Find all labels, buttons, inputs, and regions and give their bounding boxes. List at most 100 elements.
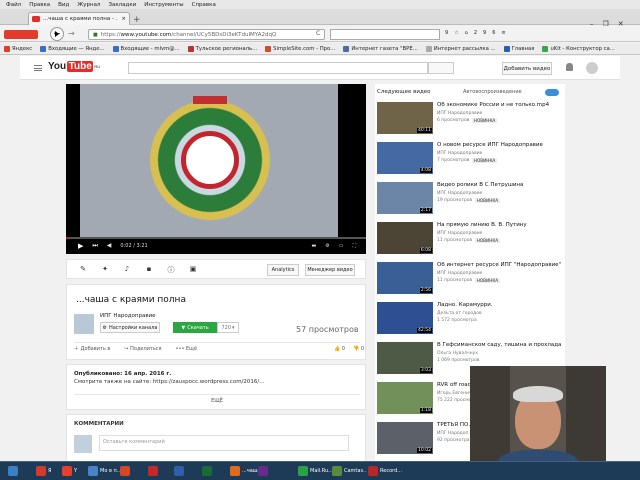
related-video-thumbnail[interactable]: 42:54 [377, 302, 433, 334]
taskbar-app[interactable]: Camtas... [330, 463, 366, 479]
counter-3[interactable]: 9 [483, 30, 486, 36]
channel-settings-button[interactable]: ⚙ Настройки канала [100, 322, 160, 333]
subscribe-button[interactable]: ▼ Скачать [173, 322, 217, 333]
magic-wand-icon[interactable]: ✦ [101, 265, 109, 273]
related-video-item[interactable]: 4:08 О новом ресурсе ИПГ Народоправие ИПГ … [377, 142, 563, 178]
related-video-title[interactable]: Видео ролики В С Петрушина [437, 182, 563, 188]
related-video-thumbnail[interactable]: 4:08 [377, 142, 433, 174]
youtube-search-input[interactable] [128, 62, 428, 74]
related-video-title[interactable]: О новом ресурсе ИПГ Народоправие [437, 142, 563, 148]
share-button[interactable]: ↪ Поделиться [124, 346, 161, 352]
related-video-thumbnail[interactable]: 2:56 [377, 262, 433, 294]
subtitles-icon[interactable]: ▬ [312, 243, 317, 249]
home-icon[interactable]: ⌂ [465, 30, 468, 36]
youtube-logo[interactable]: You Tube RU [48, 61, 100, 72]
related-video-title[interactable]: Ладно. Карамурри. [437, 302, 563, 308]
counter-1[interactable]: 9 [445, 30, 448, 36]
channel-thumbnail[interactable] [74, 314, 94, 334]
related-video-item[interactable]: 42:54 Ладно. Карамурри. Дельта от городов 1… [377, 302, 563, 338]
related-video-title[interactable]: На прямую линию В. В. Путину [437, 222, 563, 228]
menu-edit[interactable]: Правка [29, 2, 50, 8]
related-video-item[interactable]: 2:56 Об интернет ресурсе ИПГ "Народоправи… [377, 262, 563, 298]
like-button[interactable]: 👍 0 [334, 346, 345, 352]
forward-button[interactable]: → [68, 29, 75, 38]
new-tab-button[interactable]: + [133, 15, 141, 25]
related-video-item[interactable]: 6:08 На прямую линию В. В. Путину ИПГ Наро… [377, 222, 563, 258]
avatar[interactable] [586, 62, 598, 74]
more-button[interactable]: ••• Ещё [176, 346, 197, 352]
related-video-title[interactable]: В Гефсиманском саду, тишина и прохлада [437, 342, 563, 348]
menu-file[interactable]: Файл [6, 2, 21, 8]
add-video-button[interactable]: Добавить видео [502, 62, 552, 75]
volume-icon[interactable]: ◀ [107, 242, 112, 249]
taskbar-app[interactable] [118, 463, 140, 479]
play-icon[interactable]: ▶ [78, 242, 83, 250]
bookmark-vremya[interactable]: Интернет газета "ВРЕ... [343, 45, 418, 52]
autoplay-toggle[interactable] [545, 89, 559, 96]
related-video-thumbnail[interactable]: 40:11 [377, 102, 433, 134]
bookmark-ukit[interactable]: uKit - Конструктор са... [542, 45, 615, 52]
menu-bookmarks[interactable]: Закладки [108, 2, 136, 8]
related-video-thumbnail[interactable]: 10:02 [377, 422, 433, 454]
bookmark-rassylka[interactable]: Интернет рассылка ... [425, 45, 496, 52]
taskbar-app[interactable]: Record... [366, 463, 402, 479]
channel-name[interactable]: ИПГ Народоправие [100, 313, 156, 319]
menu-history[interactable]: Журнал [77, 2, 100, 8]
menu-view[interactable]: Вид [58, 2, 69, 8]
related-video-thumbnail[interactable]: 2:17 [377, 182, 433, 214]
next-icon[interactable]: ⏭ [92, 242, 97, 250]
related-video-thumbnail[interactable]: 6:08 [377, 222, 433, 254]
reload-button[interactable]: C [316, 30, 320, 37]
related-video-thumbnail[interactable]: 1:18 [377, 382, 433, 414]
guide-menu-icon[interactable] [34, 65, 42, 71]
tab-youtube[interactable]: ...чаша с краями полна - ... × [28, 12, 130, 25]
settings-gear-icon[interactable]: ⚙ [325, 243, 329, 249]
related-video-title[interactable]: Об экономике России и не только.mp4 [437, 102, 563, 108]
taskbar-app[interactable] [146, 463, 168, 479]
counter-2[interactable]: 2 [474, 30, 477, 36]
info-icon[interactable]: ⓘ [167, 265, 175, 274]
tab-close-icon[interactable]: × [121, 16, 126, 22]
theater-icon[interactable]: ▭ [339, 243, 344, 249]
bookmark-yandex-mail[interactable]: Входящие — Янде... [40, 45, 105, 52]
cc-icon[interactable]: ▣ [189, 265, 197, 273]
related-video-thumbnail[interactable]: 3:03 [377, 342, 433, 374]
youtube-search-button[interactable] [428, 62, 454, 74]
bookmark-yandex[interactable]: Яндекс [4, 45, 32, 52]
add-to-button[interactable]: ＋ Добавить в [74, 345, 110, 352]
counter-4[interactable]: 6 [492, 30, 495, 36]
bookmark-tula[interactable]: Тульское региональ... [187, 45, 257, 52]
bookmark-main[interactable]: Главная [503, 45, 534, 52]
show-more-button[interactable]: ЕЩЁ [67, 398, 367, 404]
music-icon[interactable]: ♪ [123, 265, 131, 273]
taskbar-app[interactable] [172, 463, 194, 479]
taskbar-app[interactable] [200, 463, 222, 479]
related-video-item[interactable]: 40:11 Об экономике России и не только.mp4… [377, 102, 563, 138]
video-frame[interactable] [80, 84, 338, 237]
comment-input[interactable]: Оставьте комментарий [99, 435, 349, 451]
related-video-item[interactable]: 2:17 Видео ролики В С Петрушина ИПГ Народо… [377, 182, 563, 218]
search-box[interactable] [330, 29, 440, 40]
subscriber-count[interactable]: 720 ▾ [217, 322, 239, 333]
menu-tools[interactable]: Инструменты [144, 2, 183, 8]
video-manager-button[interactable]: Менеджер видео [305, 264, 355, 276]
taskbar-app[interactable]: Mail.Ru... [296, 463, 332, 479]
menu-help[interactable]: Справка [192, 2, 216, 8]
bell-icon[interactable] [566, 63, 573, 71]
start-button[interactable] [6, 463, 28, 479]
bookmark-simplesite[interactable]: SimpleSite.com - Про... [265, 45, 335, 52]
menu-icon[interactable]: ≡ [501, 30, 505, 36]
star-icon[interactable]: ☆ [454, 30, 458, 36]
address-bar[interactable]: ■ https://www.youtube.com/channel/UCy5BD… [88, 29, 325, 40]
taskbar-app[interactable]: Мо в п... [86, 463, 122, 479]
related-video-title[interactable]: Об интернет ресурсе ИПГ "Народоправие" [437, 262, 563, 268]
fullscreen-icon[interactable]: ⛶ [352, 243, 356, 249]
comment-icon[interactable]: ▪ [145, 265, 153, 273]
yandex-button[interactable] [4, 30, 38, 39]
taskbar-app[interactable] [256, 463, 278, 479]
analytics-button[interactable]: Analytics [267, 264, 299, 276]
bookmark-mail[interactable]: Входящие - mlvm@... [112, 45, 180, 52]
video-player[interactable]: ▶ ⏭ ◀ 0:02 / 3:21 ▬ ⚙ ▭ ⛶ [66, 84, 366, 254]
pencil-icon[interactable]: ✎ [79, 265, 87, 273]
dislike-button[interactable]: 👎 0 [353, 346, 364, 352]
